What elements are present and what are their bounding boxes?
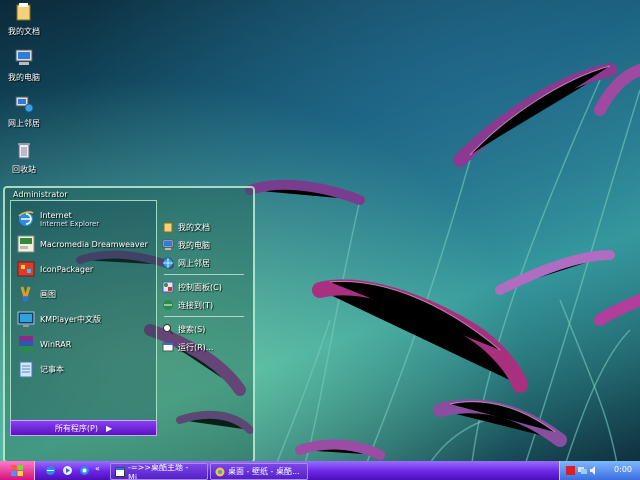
- all-programs-label: 所有程序(P): [54, 423, 98, 433]
- computer-icon: [162, 239, 174, 250]
- taskbar-button-label: -=>>桌酷主题 - Mi...: [128, 463, 189, 480]
- pinned-item-title: KMPlayer中文版: [40, 314, 102, 324]
- pinned-item-subtitle: Internet Explorer: [40, 219, 100, 228]
- browser-icon: [215, 467, 225, 476]
- pinned-item-kmplayer[interactable]: KMPlayer中文版: [17, 309, 101, 329]
- places-search[interactable]: 搜索(S): [162, 322, 205, 336]
- computer-icon: [15, 49, 33, 65]
- tray-app-icon[interactable]: [566, 466, 575, 475]
- taskbar-button[interactable]: -=>>桌酷主题 - Mi...: [110, 463, 208, 480]
- all-programs-button[interactable]: 所有程序(P) ▶: [10, 420, 157, 436]
- folder-icon: [163, 222, 173, 233]
- places-label: 运行(R)...: [178, 342, 214, 352]
- pinned-item-title: 记事本: [40, 364, 64, 374]
- desktop-icon-recycle-bin[interactable]: 回收站: [0, 140, 48, 175]
- paint-icon: [20, 286, 31, 302]
- system-tray: 0:00: [559, 461, 640, 480]
- start-menu-footer: [5, 440, 253, 460]
- desktop-icon-my-computer[interactable]: 我的电脑: [0, 48, 48, 83]
- ie-icon[interactable]: [45, 465, 56, 476]
- places-my-documents[interactable]: 我的文档: [162, 220, 210, 234]
- places-label: 连接到(T): [178, 300, 214, 310]
- quick-launch-chevron-icon[interactable]: «: [95, 464, 106, 475]
- pinned-item-title: WinRAR: [40, 339, 72, 349]
- folder-icon: [16, 3, 31, 21]
- pinned-item-notepad[interactable]: 记事本: [17, 359, 64, 379]
- pinned-item-internet[interactable]: Internet Internet Explorer: [17, 209, 99, 229]
- pinned-item-winrar[interactable]: WinRAR: [17, 334, 71, 354]
- places-run[interactable]: 运行(R)...: [162, 340, 213, 354]
- connect-icon: [163, 300, 173, 310]
- taskbar-button[interactable]: 桌面 - 壁纸 - 桌酷...: [210, 463, 308, 480]
- start-menu: Administrator Internet Internet Explorer …: [3, 186, 255, 463]
- places-my-computer[interactable]: 我的电脑: [162, 238, 210, 252]
- ie-icon: [18, 211, 34, 226]
- desktop-icon-network[interactable]: 网上邻居: [0, 94, 48, 129]
- network-icon: [162, 257, 174, 269]
- start-button[interactable]: [0, 461, 35, 480]
- windows-flag-icon: [11, 465, 23, 476]
- places-connect-to[interactable]: 连接到(T): [162, 298, 213, 312]
- control-panel-icon: [162, 281, 174, 293]
- desktop-icon-label: 我的文档: [8, 27, 40, 36]
- places-label: 我的文档: [178, 222, 210, 232]
- start-menu-username: Administrator: [13, 190, 68, 199]
- places-label: 控制面板(C): [178, 282, 222, 292]
- desktop-icon-label: 网上邻居: [8, 119, 40, 128]
- media-player-icon[interactable]: [62, 465, 73, 476]
- menu-divider: [164, 316, 244, 317]
- pinned-item-iconpackager[interactable]: IconPackager: [17, 259, 93, 279]
- kmplayer-icon: [17, 311, 35, 327]
- network-status-icon[interactable]: [578, 466, 587, 475]
- places-control-panel[interactable]: 控制面板(C): [162, 280, 222, 294]
- desktop-icon-my-documents[interactable]: 我的文档: [0, 2, 48, 37]
- run-icon: [162, 342, 174, 352]
- search-icon: [163, 324, 174, 335]
- show-desktop-icon[interactable]: [79, 465, 90, 476]
- iconpackager-icon: [17, 261, 35, 277]
- places-network[interactable]: 网上邻居: [162, 256, 210, 270]
- clock[interactable]: 0:00: [614, 465, 632, 474]
- pinned-item-title: Internet: [40, 210, 72, 220]
- menu-divider: [164, 274, 244, 275]
- taskbar-button-label: 桌面 - 壁纸 - 桌酷...: [228, 467, 300, 476]
- notepad-icon: [19, 361, 33, 378]
- places-label: 我的电脑: [178, 240, 210, 250]
- pinned-item-title: Macromedia Dreamweaver: [40, 239, 148, 249]
- recycle-bin-icon: [18, 143, 30, 159]
- places-label: 搜索(S): [178, 324, 206, 334]
- pinned-item-title: IconPackager: [40, 264, 94, 274]
- winrar-icon: [19, 336, 33, 351]
- network-icon: [15, 96, 34, 113]
- arrow-right-icon: ▶: [105, 423, 113, 433]
- taskbar: « -=>>桌酷主题 - Mi... 桌面 - 壁纸 - 桌酷... 0:00: [0, 461, 640, 480]
- desktop-icon-label: 回收站: [12, 165, 36, 174]
- start-menu-pinned-list: Internet Internet Explorer Macromedia Dre…: [10, 200, 157, 428]
- window-icon: [115, 466, 125, 477]
- pinned-item-title: 画图: [40, 289, 56, 299]
- volume-icon[interactable]: [590, 466, 599, 475]
- pinned-item-dreamweaver[interactable]: Macromedia Dreamweaver: [17, 234, 148, 254]
- places-label: 网上邻居: [178, 258, 210, 268]
- dreamweaver-icon: [17, 235, 35, 253]
- pinned-item-paint[interactable]: 画图: [17, 284, 56, 304]
- desktop-icon-label: 我的电脑: [8, 73, 40, 82]
